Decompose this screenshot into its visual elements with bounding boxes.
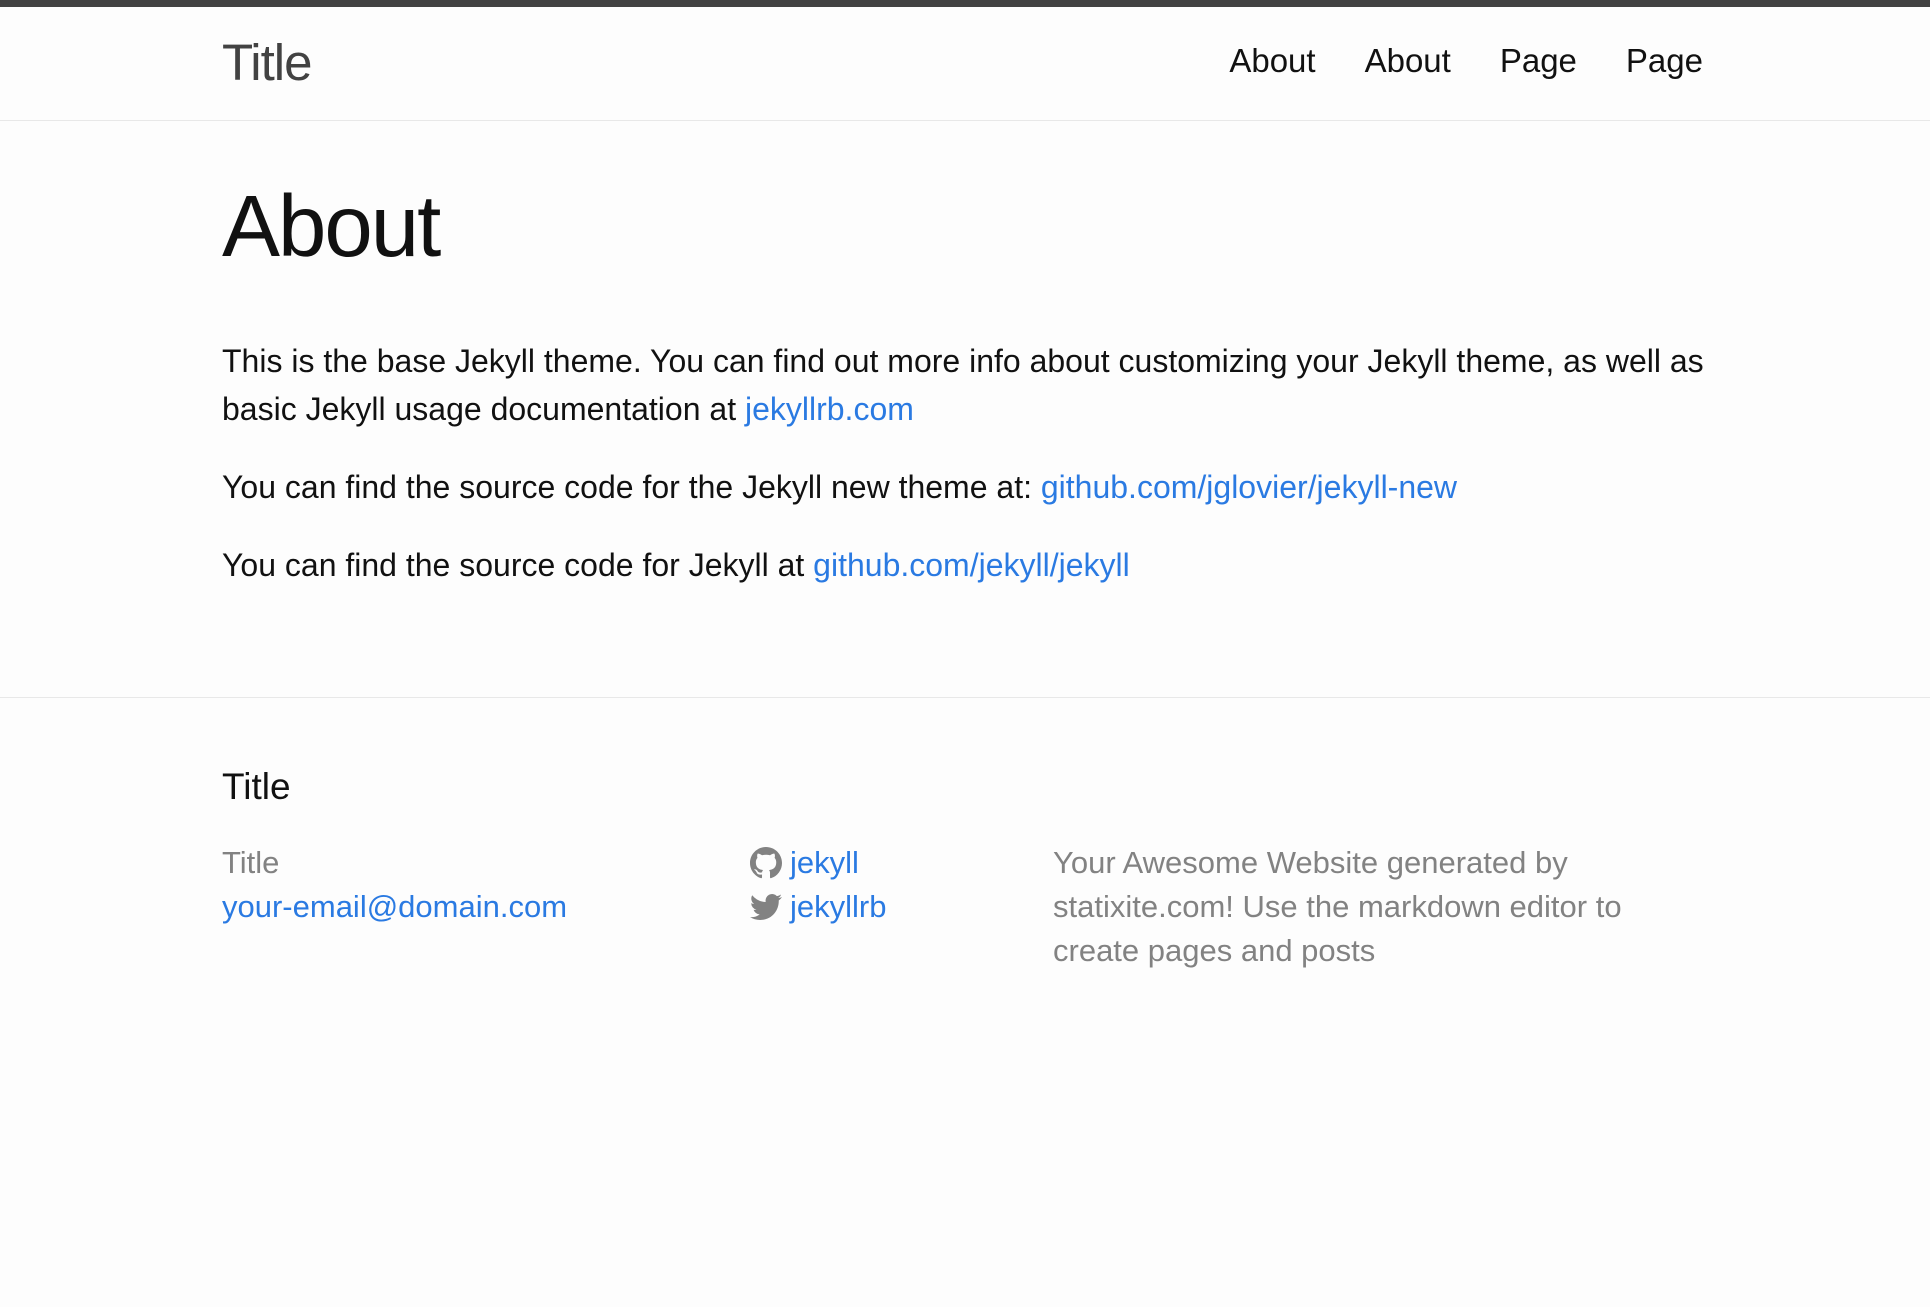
nav-link-about-2[interactable]: About: [1365, 40, 1451, 83]
site-nav: About About Page Page: [1229, 40, 1703, 83]
page-content: About This is the base Jekyll theme. You…: [222, 121, 1708, 589]
theme-source-paragraph: You can find the source code for the Jek…: [222, 463, 1708, 511]
github-row: jekyll: [750, 841, 886, 885]
nav-link-page-1[interactable]: Page: [1500, 40, 1577, 83]
nav-link-about-1[interactable]: About: [1229, 40, 1315, 83]
jekyll-repo-link[interactable]: github.com/jekyll/jekyll: [813, 547, 1130, 583]
top-accent-bar: [0, 0, 1930, 7]
jekyllrb-link[interactable]: jekyllrb.com: [745, 391, 914, 427]
footer-contact: Title your-email@domain.com: [222, 841, 567, 929]
twitter-icon: [750, 891, 782, 923]
site-footer: Title Title your-email@domain.com jekyll…: [0, 697, 1930, 1307]
footer-name: Title: [222, 845, 280, 880]
twitter-row: jekyllrb: [750, 885, 886, 929]
page-title: About: [222, 178, 441, 275]
footer-social: jekyll jekyllrb: [750, 841, 886, 929]
jekyll-source-text: You can find the source code for Jekyll …: [222, 546, 814, 583]
footer-description: Your Awesome Website generated by statix…: [1053, 845, 1622, 968]
site-title-link[interactable]: Title: [222, 32, 312, 93]
theme-source-text: You can find the source code for the Jek…: [222, 468, 1041, 505]
post-content: This is the base Jekyll theme. You can f…: [222, 337, 1708, 589]
intro-text: This is the base Jekyll theme. You can f…: [222, 342, 1704, 427]
twitter-link[interactable]: jekyllrb: [790, 885, 886, 929]
jekyll-source-paragraph: You can find the source code for Jekyll …: [222, 541, 1708, 589]
footer-email-link[interactable]: your-email@domain.com: [222, 889, 567, 924]
nav-link-page-2[interactable]: Page: [1626, 40, 1703, 83]
site-header: Title About About Page Page: [0, 7, 1930, 121]
github-link[interactable]: jekyll: [790, 841, 859, 885]
footer-heading: Title: [222, 766, 291, 807]
jekyll-new-repo-link[interactable]: github.com/jglovier/jekyll-new: [1041, 469, 1457, 505]
github-icon: [750, 847, 782, 879]
intro-paragraph: This is the base Jekyll theme. You can f…: [222, 337, 1708, 433]
